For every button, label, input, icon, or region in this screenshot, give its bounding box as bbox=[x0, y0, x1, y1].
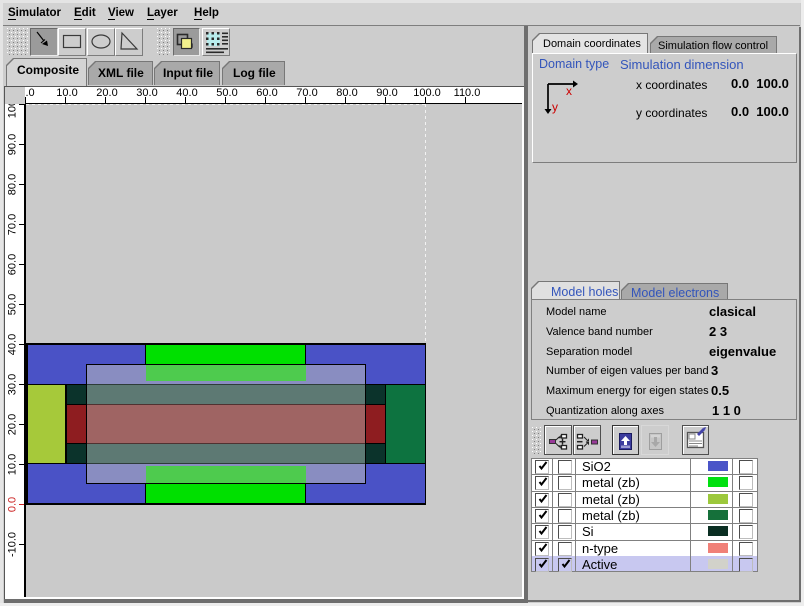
svg-text:y: y bbox=[552, 100, 558, 114]
svg-text:x: x bbox=[566, 84, 572, 98]
